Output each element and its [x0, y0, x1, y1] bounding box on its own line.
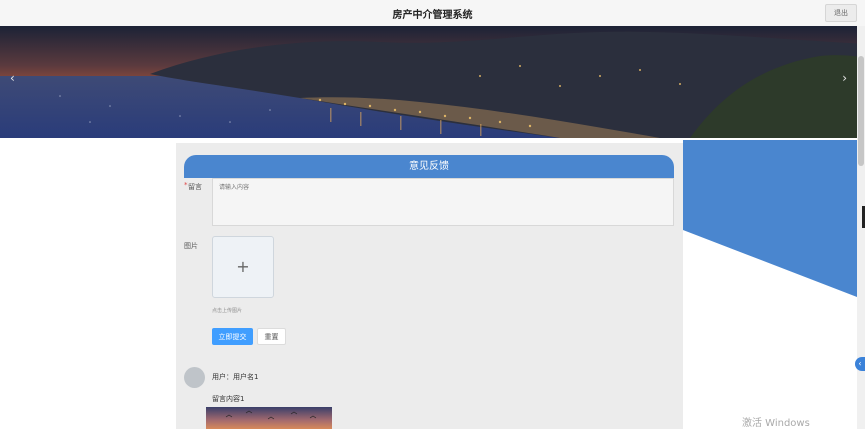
message-label: 留言	[188, 183, 202, 191]
required-marker: *	[184, 181, 188, 189]
upload-hint: 点击上传图片	[212, 308, 243, 314]
reset-button[interactable]: 重置	[257, 328, 286, 345]
message-input[interactable]	[212, 178, 674, 226]
feedback-panel: 意见反馈 * 留言 图片 + 点击上传图片 立即提交 重置 用户：用户名1 留言…	[176, 143, 683, 429]
submit-button[interactable]: 立即提交	[212, 328, 253, 345]
comment-image	[206, 407, 332, 429]
top-bar: 房产中介管理系统 退出	[0, 0, 865, 27]
banner-carousel: ‹ ›	[0, 26, 865, 138]
feedback-title: 意见反馈	[184, 155, 674, 178]
comment-content: 留言内容1	[212, 395, 245, 403]
comment-username: 用户：用户名1	[212, 373, 259, 381]
scrollbar-thumb[interactable]	[858, 56, 864, 166]
banner-next-button[interactable]: ›	[842, 71, 847, 85]
plus-icon: +	[236, 257, 250, 276]
site-title: 房产中介管理系统	[392, 10, 473, 21]
windows-activation-watermark: 激活 Windows	[742, 418, 810, 429]
logout-button[interactable]: 退出	[825, 4, 857, 22]
side-toggle-button[interactable]: ‹	[855, 357, 865, 371]
banner-prev-button[interactable]: ‹	[10, 71, 15, 85]
banner-indicators	[414, 131, 441, 138]
image-uploader[interactable]: +	[212, 236, 274, 298]
banner-image	[0, 26, 865, 138]
image-label: 图片	[184, 242, 198, 250]
avatar	[184, 367, 205, 388]
